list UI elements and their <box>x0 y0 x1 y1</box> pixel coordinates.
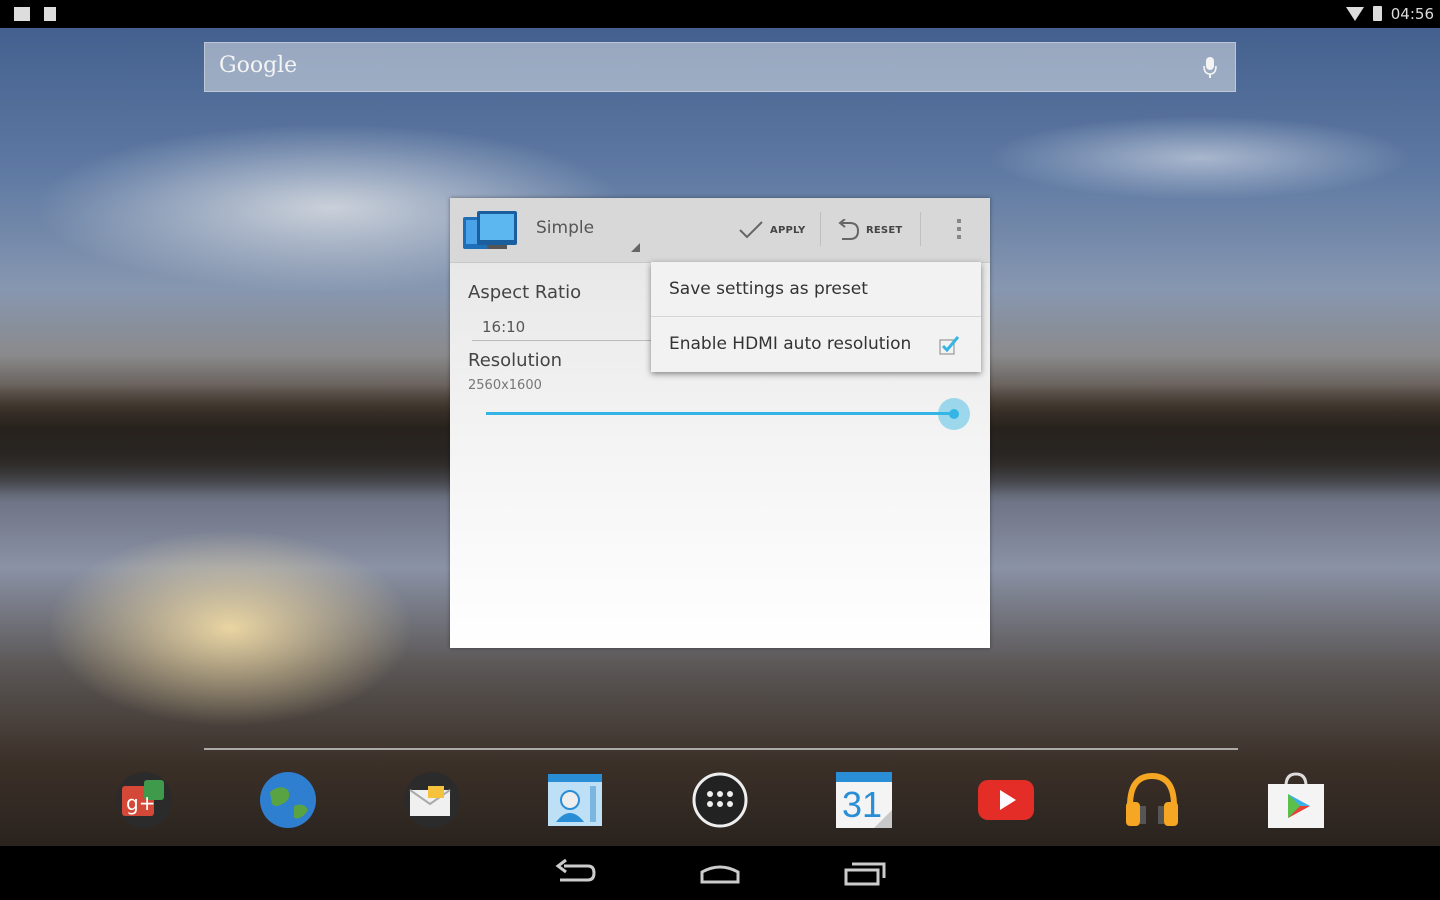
youtube-icon[interactable] <box>976 770 1036 830</box>
mic-icon[interactable] <box>1203 57 1217 79</box>
contacts-icon[interactable] <box>546 770 606 830</box>
battery-icon <box>1373 6 1382 21</box>
overflow-popup-menu: Save settings as preset Enable HDMI auto… <box>651 262 981 372</box>
toolbar-divider <box>820 212 821 246</box>
app-drawer-icon[interactable] <box>690 770 750 830</box>
email-icon[interactable] <box>402 770 462 830</box>
search-bar[interactable]: Google <box>204 42 1236 92</box>
calendar-day-label: 31 <box>842 784 883 825</box>
navigation-bar <box>0 846 1440 900</box>
aspect-ratio-spinner[interactable]: 16:10 <box>482 318 525 336</box>
aspect-ratio-underline <box>472 340 652 341</box>
play-music-icon[interactable] <box>1122 770 1182 830</box>
menu-item-hdmi-auto-resolution[interactable]: Enable HDMI auto resolution <box>651 317 981 371</box>
resolution-slider[interactable] <box>486 412 954 415</box>
mode-spinner[interactable]: Simple <box>536 218 640 252</box>
status-bar: 04:56 <box>0 0 1440 28</box>
search-brand-label: Google <box>219 53 298 78</box>
undo-icon <box>838 219 860 240</box>
sd-card-notification-icon <box>44 7 56 21</box>
hdmi-auto-checkbox[interactable] <box>939 335 959 355</box>
browser-globe-icon[interactable] <box>258 770 318 830</box>
spinner-arrow-icon <box>631 243 640 252</box>
dock-divider <box>204 748 1238 750</box>
menu-item-label: Save settings as preset <box>669 279 868 299</box>
wifi-icon <box>1346 7 1364 21</box>
mode-spinner-label: Simple <box>536 218 595 238</box>
check-icon <box>739 221 763 239</box>
svg-text:g+: g+ <box>126 791 155 815</box>
overflow-menu-icon[interactable] <box>956 216 962 244</box>
resolution-label: Resolution <box>468 350 563 371</box>
recent-apps-icon[interactable] <box>842 858 886 888</box>
home-icon[interactable] <box>698 858 742 888</box>
apply-label: APPLY <box>770 224 806 236</box>
google-plus-icon[interactable]: g+ <box>114 770 174 830</box>
reset-button[interactable]: RESET <box>836 216 902 244</box>
play-store-icon[interactable] <box>1266 770 1326 830</box>
apply-button[interactable]: APPLY <box>738 216 805 244</box>
menu-item-label: Enable HDMI auto resolution <box>669 334 912 354</box>
status-time: 04:56 <box>1390 5 1434 23</box>
resolution-value: 2560x1600 <box>468 378 542 393</box>
back-icon[interactable] <box>554 858 598 888</box>
screenshot-notification-icon <box>14 7 30 21</box>
display-app-icon[interactable] <box>463 209 519 253</box>
aspect-ratio-label: Aspect Ratio <box>468 282 582 303</box>
reset-label: RESET <box>866 224 903 236</box>
menu-item-save-preset[interactable]: Save settings as preset <box>651 262 981 316</box>
calendar-icon[interactable]: 31 <box>834 770 894 830</box>
widget-toolbar: Simple APPLY RESET <box>450 198 990 263</box>
resolution-slider-thumb[interactable] <box>938 398 970 430</box>
toolbar-divider <box>920 212 921 246</box>
